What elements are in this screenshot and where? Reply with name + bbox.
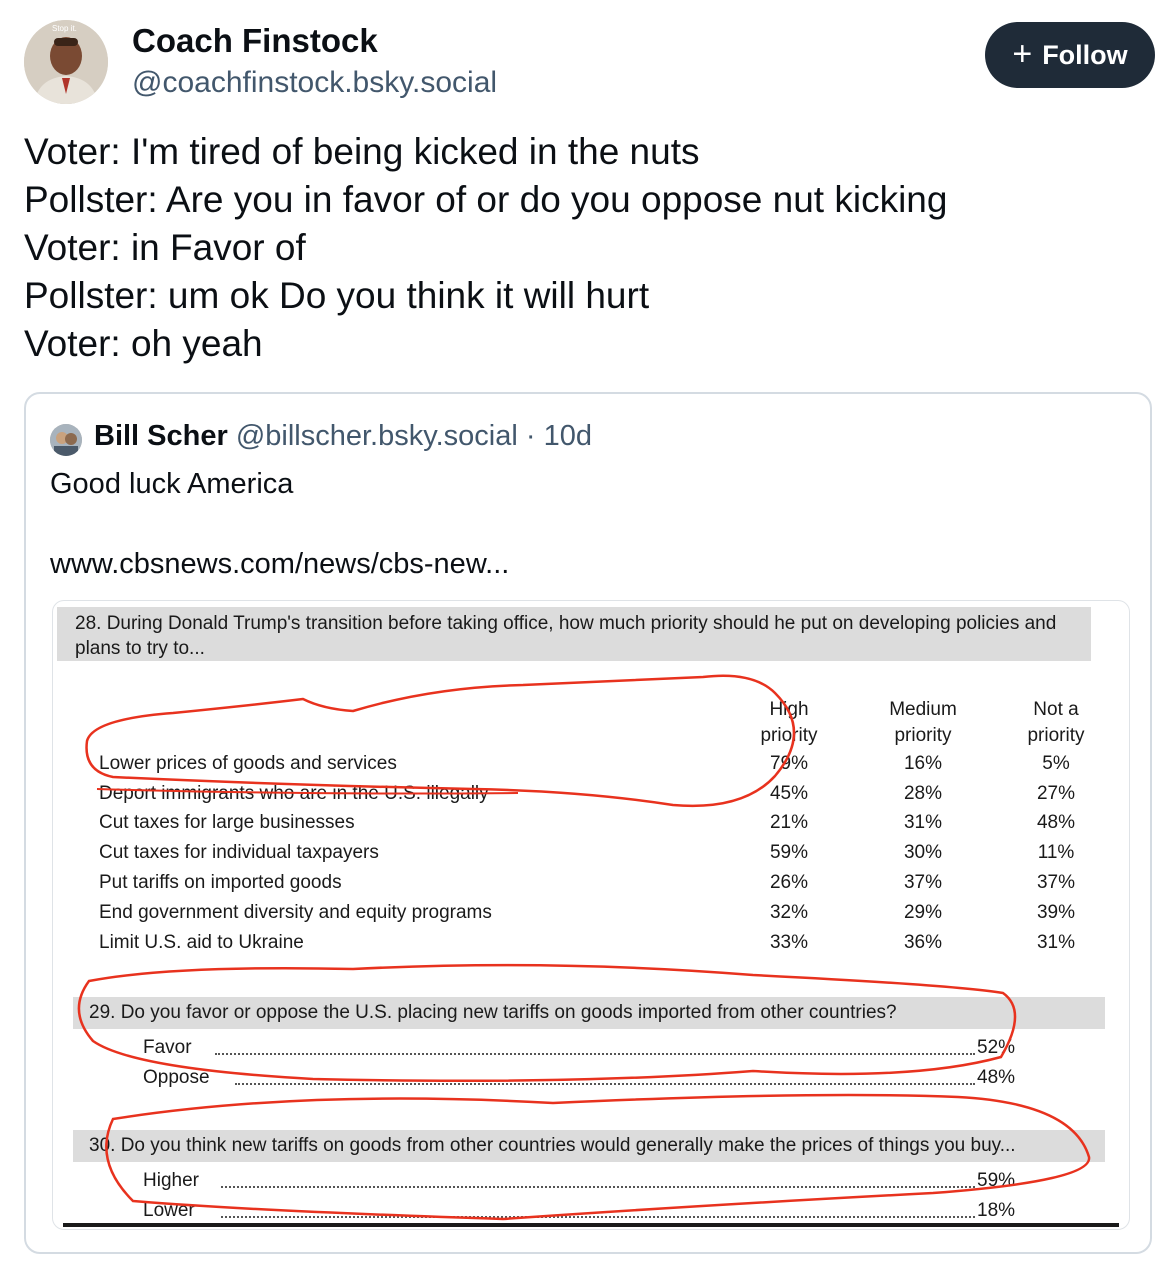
post-text: Voter: I'm tired of being kicked in the … <box>24 128 1144 368</box>
quoted-post-card[interactable]: Bill Scher @billscher.bsky.social · 10d … <box>24 392 1152 1254</box>
quote-author-name[interactable]: Bill Scher <box>94 420 228 452</box>
quote-timestamp[interactable]: 10d <box>544 420 592 452</box>
dot-leader <box>221 1170 975 1188</box>
answer-label: Oppose <box>143 1067 210 1088</box>
row-value: 11% <box>1037 842 1075 863</box>
row-value: 21% <box>769 812 809 833</box>
row-value: 28% <box>903 783 943 804</box>
row-value: 31% <box>903 812 943 833</box>
row-value: 48% <box>1036 812 1076 833</box>
answer-value: 59% <box>977 1170 1016 1191</box>
author-avatar[interactable]: Stop it. <box>24 20 108 104</box>
col-head-not: Not a priority <box>1027 699 1085 746</box>
bottom-rule <box>63 1223 1119 1227</box>
row-label: Limit U.S. aid to Ukraine <box>99 932 304 953</box>
survey-row: Limit U.S. aid to Ukraine 33% 36% 31% <box>99 932 1099 962</box>
post-line: Voter: I'm tired of being kicked in the … <box>24 131 700 172</box>
quote-author-avatar[interactable] <box>50 424 82 456</box>
follow-button[interactable]: + Follow <box>985 22 1155 88</box>
row-value: 59% <box>769 842 809 863</box>
row-value: 33% <box>769 932 809 953</box>
survey-row: End government diversity and equity prog… <box>99 902 1099 932</box>
answer-value: 52% <box>977 1037 1016 1058</box>
survey-row: Cut taxes for large businesses 21% 31% 4… <box>99 812 1099 842</box>
survey-image[interactable]: 28. During Donald Trump's transition bef… <box>52 600 1130 1230</box>
answer-label: Favor <box>143 1037 192 1058</box>
survey-question-30: 30. Do you think new tariffs on goods fr… <box>73 1130 1105 1162</box>
post-line: Voter: in Favor of <box>24 227 306 268</box>
plus-icon: + <box>1012 34 1033 73</box>
quote-header: Bill Scher @billscher.bsky.social · 10d <box>94 420 592 453</box>
dot-leader <box>221 1200 975 1218</box>
survey-row: Cut taxes for individual taxpayers 59% 3… <box>99 842 1099 872</box>
row-value: 30% <box>903 842 943 863</box>
row-label: Cut taxes for large businesses <box>99 812 355 833</box>
row-label: Cut taxes for individual taxpayers <box>99 842 379 863</box>
row-label: Lower prices of goods and services <box>99 753 397 774</box>
row-value: 31% <box>1036 932 1076 953</box>
dot-leader <box>235 1067 975 1085</box>
survey-question-28: 28. During Donald Trump's transition bef… <box>57 607 1091 661</box>
row-value: 26% <box>769 872 809 893</box>
row-value: 37% <box>1036 872 1076 893</box>
row-value: 32% <box>769 902 809 923</box>
author-handle[interactable]: @coachfinstock.bsky.social <box>132 66 497 100</box>
answer-label: Lower <box>143 1200 195 1221</box>
row-label: End government diversity and equity prog… <box>99 902 492 923</box>
author-name[interactable]: Coach Finstock <box>132 22 378 60</box>
row-value: 36% <box>903 932 943 953</box>
dot-leader <box>215 1037 975 1055</box>
row-value: 45% <box>769 783 809 804</box>
row-label: Put tariffs on imported goods <box>99 872 342 893</box>
quote-avatar-photo <box>50 424 82 456</box>
quote-link[interactable]: www.cbsnews.com/news/cbs-new... <box>50 548 509 581</box>
answer-value: 18% <box>977 1200 1016 1221</box>
survey-question-29: 29. Do you favor or oppose the U.S. plac… <box>73 997 1105 1029</box>
answer-label: Higher <box>143 1170 199 1191</box>
quote-text: Good luck America <box>50 468 294 500</box>
row-value: 5% <box>1042 753 1070 774</box>
survey-row: Deport immigrants who are in the U.S. il… <box>99 783 1099 813</box>
row-value: 27% <box>1036 783 1076 804</box>
row-value: 16% <box>903 753 943 774</box>
row-value: 79% <box>769 753 809 774</box>
col-head-high: High priority <box>760 699 818 746</box>
follow-label: Follow <box>1042 39 1128 70</box>
survey-row: Lower prices of goods and services 79% 1… <box>99 753 1099 783</box>
avatar-badge: Stop it. <box>52 24 77 33</box>
answer-value: 48% <box>977 1067 1016 1088</box>
row-label: Deport immigrants who are in the U.S. il… <box>99 783 489 804</box>
col-head-medium: Medium priority <box>889 699 957 746</box>
quote-author-handle[interactable]: @billscher.bsky.social <box>236 420 518 452</box>
post-line: Pollster: um ok Do you think it will hur… <box>24 275 650 316</box>
row-value: 37% <box>903 872 943 893</box>
quote-separator: · <box>525 420 536 452</box>
survey-row: Put tariffs on imported goods 26% 37% 37… <box>99 872 1099 902</box>
post-line: Pollster: Are you in favor of or do you … <box>24 179 948 220</box>
row-value: 29% <box>903 902 943 923</box>
avatar-photo: Stop it. <box>24 20 108 104</box>
row-value: 39% <box>1036 902 1076 923</box>
post-line: Voter: oh yeah <box>24 323 263 364</box>
